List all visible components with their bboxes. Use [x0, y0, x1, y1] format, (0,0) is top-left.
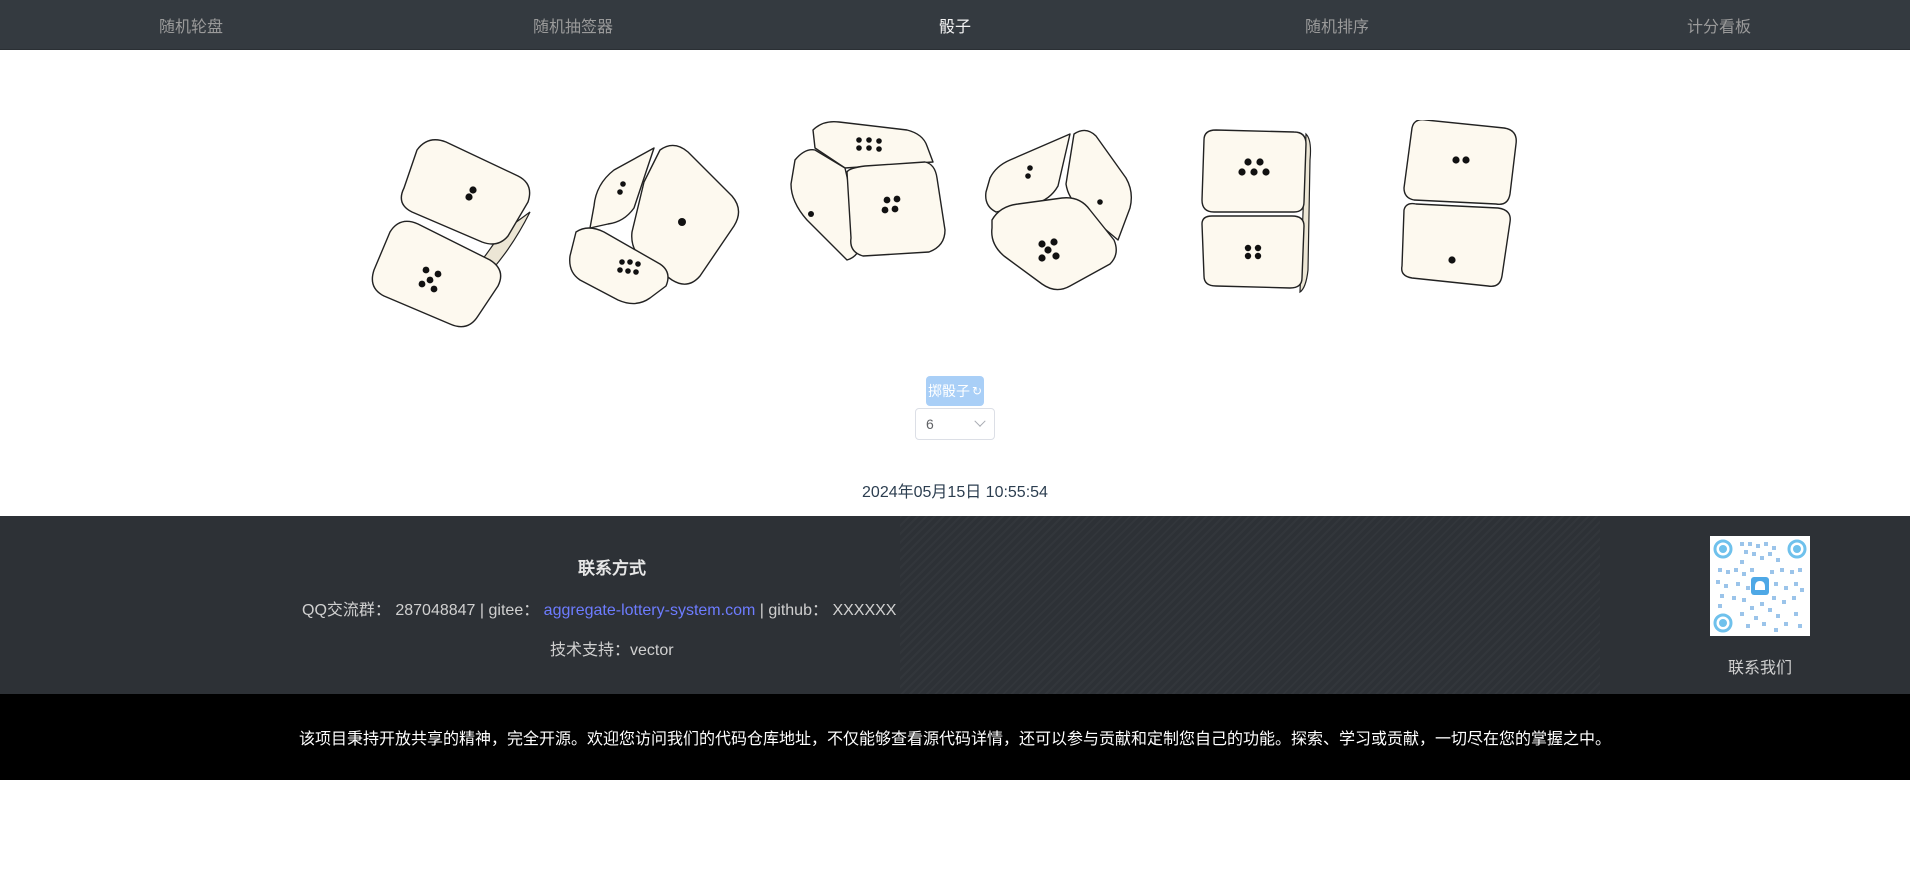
- github-label: github：: [768, 602, 828, 619]
- contact-us-label: 联系我们: [1727, 660, 1792, 677]
- contact-title: 联系方式: [578, 559, 646, 578]
- gitee-label: gitee：: [488, 602, 540, 619]
- footer: 联系方式 QQ交流群： 287048847 | gitee： aggregate…: [0, 516, 1910, 694]
- contact-line: QQ交流群： 287048847 | gitee： aggregate-lott…: [302, 596, 896, 620]
- roll-dice-label: 掷骰子: [928, 383, 970, 399]
- qq-value: 287048847: [395, 602, 476, 619]
- refresh-icon: ↻: [972, 384, 983, 398]
- top-nav: 随机轮盘 随机抽签器 骰子 随机排序 计分看板: [0, 0, 1910, 50]
- die: [360, 120, 550, 330]
- tech-support: 技术支持：vector: [550, 642, 674, 659]
- separator: |: [479, 602, 489, 619]
- dice-area: [0, 120, 1910, 330]
- qr-code: [1710, 536, 1810, 636]
- github-value: XXXXXX: [832, 602, 897, 619]
- die: [765, 120, 955, 330]
- die: [1160, 120, 1350, 330]
- roll-dice-button[interactable]: 掷骰子 ↻: [926, 376, 985, 406]
- chevron-down-icon: [974, 415, 986, 427]
- tab-dice[interactable]: 骰子: [764, 0, 1146, 49]
- qq-label: QQ交流群：: [302, 602, 391, 619]
- dice-count-select[interactable]: 6: [915, 408, 995, 440]
- die: [560, 120, 750, 330]
- bottom-notice: 该项目秉持开放共享的精神，完全开源。欢迎您访问我们的代码仓库地址，不仅能够查看源…: [0, 694, 1910, 780]
- gitee-link[interactable]: aggregate-lottery-system.com: [544, 602, 756, 619]
- die: [970, 120, 1160, 330]
- tab-random-wheel[interactable]: 随机轮盘: [0, 0, 382, 49]
- bottom-notice-text: 该项目秉持开放共享的精神，完全开源。欢迎您访问我们的代码仓库地址，不仅能够查看源…: [298, 731, 1611, 748]
- tab-random-lottery[interactable]: 随机抽签器: [382, 0, 764, 49]
- dice-count-value: 6: [926, 416, 934, 432]
- footer-texture: [900, 516, 1600, 694]
- current-datetime: 2024年05月15日 10:55:54: [862, 484, 1048, 501]
- tab-scoreboard[interactable]: 计分看板: [1528, 0, 1910, 49]
- die: [1360, 120, 1550, 330]
- tab-random-sort[interactable]: 随机排序: [1146, 0, 1528, 49]
